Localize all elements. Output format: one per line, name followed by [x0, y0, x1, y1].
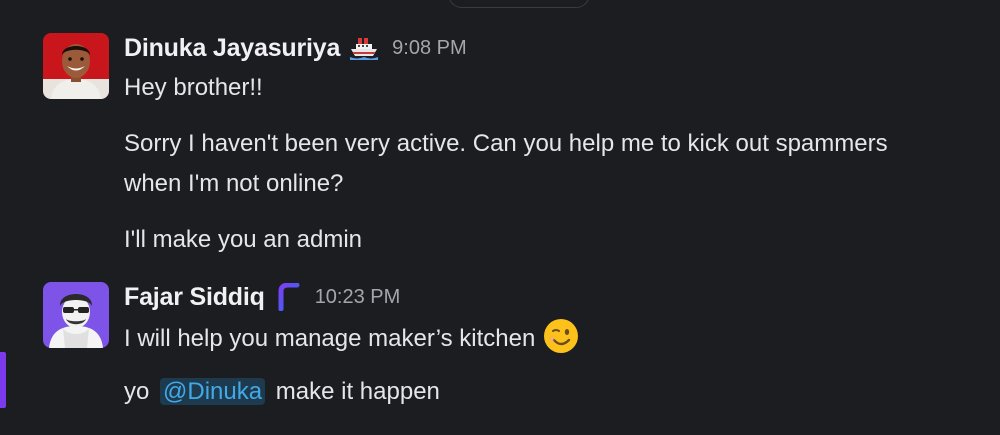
message-item[interactable]: Dinuka Jayasuriya 9:08 PM Hey brother!! …: [0, 0, 1000, 270]
message-text-prefix: yo: [124, 378, 150, 405]
message-text-content: I will help you manage maker’s kitchen: [124, 325, 536, 352]
message-text-content: make it happen: [275, 378, 440, 405]
author-name[interactable]: Dinuka Jayasuriya: [124, 34, 340, 63]
ship-icon[interactable]: [350, 36, 379, 60]
message-header: Dinuka Jayasuriya 9:08 PM: [124, 33, 467, 63]
message-text: I'll make you an admin: [124, 226, 363, 253]
message-timestamp[interactable]: 9:08 PM: [392, 37, 466, 60]
avatar[interactable]: [43, 282, 109, 348]
user-mention[interactable]: @Dinuka: [160, 378, 266, 405]
letter-f-logo-icon[interactable]: [275, 283, 301, 311]
message-text: I will help you manage maker’s kitchen: [124, 318, 579, 365]
author-name[interactable]: Fajar Siddiq: [124, 283, 265, 312]
message-text: yo @Dinuka make it happen: [124, 374, 440, 410]
message-header: Fajar Siddiq 10:23 PM: [124, 282, 400, 312]
winking-face-icon: [543, 318, 579, 365]
message-text: Sorry I haven't been very active. Can yo…: [124, 130, 888, 157]
message-item[interactable]: Fajar Siddiq 10:23 PM I will help you ma…: [0, 270, 1000, 435]
message-timestamp[interactable]: 10:23 PM: [315, 286, 401, 309]
message-text: when I'm not online?: [124, 170, 344, 197]
message-text: Hey brother!!: [124, 74, 263, 101]
avatar[interactable]: [43, 33, 109, 99]
